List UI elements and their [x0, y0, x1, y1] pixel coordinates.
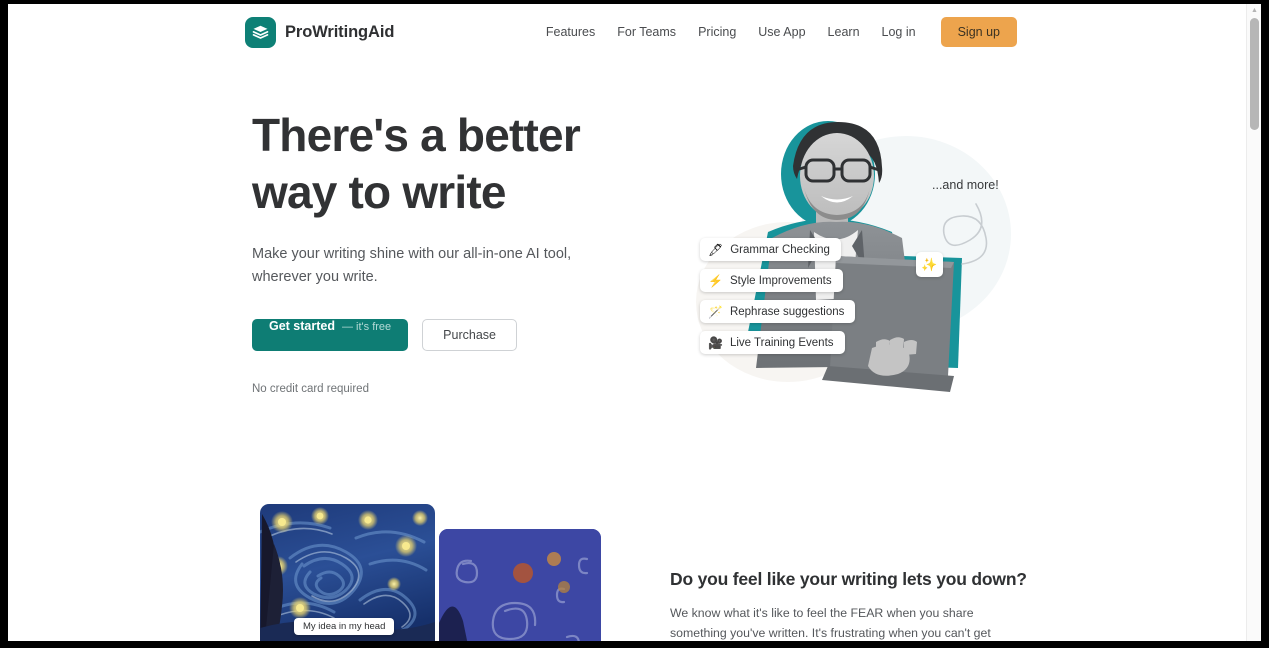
sparkles-icon-badge: ✨: [916, 252, 943, 277]
hero-title-line-1: There's a better: [252, 109, 581, 161]
nav-for-teams[interactable]: For Teams: [606, 16, 687, 48]
feature-label: Grammar Checking: [730, 243, 830, 256]
feature-card-live-training-events: 🎥 Live Training Events: [700, 331, 845, 354]
brand-name: ProWritingAid: [285, 23, 395, 41]
quill-pen-icon: 🖋: [708, 242, 724, 257]
hero-copy: There's a better way to write Make your …: [252, 107, 652, 395]
section2-copy: Do you feel like your writing lets you d…: [670, 569, 1027, 641]
feature-label: Rephrase suggestions: [729, 305, 845, 318]
lightning-bolt-icon: ⚡: [708, 273, 723, 288]
get-started-note: — it's free: [342, 321, 392, 333]
hero-illustration: 🖋 Grammar Checking ⚡ Style Improvements …: [676, 104, 1021, 399]
nav-features[interactable]: Features: [535, 16, 606, 48]
hero-subtitle: Make your writing shine with our all-in-…: [252, 246, 572, 285]
page-viewport: ProWritingAid Features For Teams Pricing…: [8, 4, 1261, 641]
page-title: There's a better way to write: [252, 107, 652, 221]
nav-log-in[interactable]: Log in: [871, 16, 927, 48]
main-navigation: Features For Teams Pricing Use App Learn…: [535, 16, 1017, 48]
browser-frame: ProWritingAid Features For Teams Pricing…: [0, 0, 1269, 648]
feature-card-style-improvements: ⚡ Style Improvements: [700, 269, 843, 292]
nav-use-app[interactable]: Use App: [747, 16, 816, 48]
idea-caption: My idea in my head: [294, 618, 395, 635]
scroll-up-arrow-icon[interactable]: ▲: [1250, 6, 1259, 15]
get-started-label: Get started: [269, 319, 335, 333]
hero-title-line-2: way to write: [252, 166, 506, 218]
purchase-button[interactable]: Purchase: [422, 319, 517, 351]
hero-actions: Get started — it's free Purchase: [252, 319, 652, 351]
site-header: ProWritingAid Features For Teams Pricing…: [8, 4, 1246, 60]
nav-learn[interactable]: Learn: [817, 16, 871, 48]
movie-camera-icon: 🎥: [708, 335, 723, 350]
no-credit-card-note: No credit card required: [252, 383, 369, 395]
and-more-label: ...and more!: [932, 178, 999, 192]
prowritingaid-book-logo-icon: [245, 17, 276, 48]
vertical-scrollbar[interactable]: ▲: [1246, 4, 1261, 641]
section2-body: We know what it's like to feel the FEAR …: [670, 606, 991, 640]
crude-drawing-card: [439, 529, 601, 641]
feature-card-rephrase-suggestions: 🪄 Rephrase suggestions: [700, 300, 856, 323]
magic-wand-icon: 🪄: [708, 304, 723, 319]
get-started-button[interactable]: Get started — it's free: [252, 319, 409, 351]
feature-card-grammar-checking: 🖋 Grammar Checking: [700, 238, 841, 261]
feature-label: Style Improvements: [729, 274, 832, 287]
writing-comparison-graphic: My idea in my head: [253, 502, 603, 641]
section2-title: Do you feel like your writing lets you d…: [670, 569, 1027, 589]
nav-pricing[interactable]: Pricing: [687, 16, 747, 48]
scrollbar-thumb[interactable]: [1250, 18, 1259, 130]
feature-label: Live Training Events: [729, 336, 834, 349]
sparkles-icon: ✨: [921, 256, 938, 272]
brand-logo-link[interactable]: ProWritingAid: [245, 17, 394, 48]
sign-up-button[interactable]: Sign up: [940, 17, 1017, 47]
page-content: ProWritingAid Features For Teams Pricing…: [8, 4, 1246, 641]
